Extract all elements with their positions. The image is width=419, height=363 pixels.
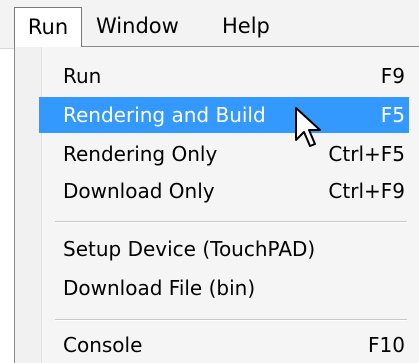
menubar-item-window[interactable]: Window bbox=[96, 8, 179, 44]
run-dropdown-menu: Run F9 Rendering and Build F5 Rendering … bbox=[14, 46, 419, 363]
menu-item-shortcut: Ctrl+F9 bbox=[328, 179, 405, 203]
menu-item-label: Download Only bbox=[63, 179, 215, 203]
menu-icon-gutter bbox=[15, 47, 42, 363]
menu-item-label: Console bbox=[63, 333, 143, 357]
menu-item-label: Setup Device (TouchPAD) bbox=[63, 237, 316, 261]
menu-item-rendering-only[interactable]: Rendering Only Ctrl+F5 bbox=[39, 136, 409, 172]
menu-separator bbox=[55, 221, 407, 223]
menu-item-label: Run bbox=[63, 64, 102, 88]
menu-item-label: Rendering Only bbox=[63, 142, 218, 166]
menu-item-shortcut: F9 bbox=[380, 64, 405, 88]
menu-item-shortcut: F5 bbox=[380, 103, 405, 127]
menu-bar: Run Window Help bbox=[0, 0, 419, 49]
menu-item-console[interactable]: Console F10 bbox=[39, 327, 409, 363]
menu-item-shortcut: F10 bbox=[368, 333, 405, 357]
menu-item-shortcut: Ctrl+F5 bbox=[328, 142, 405, 166]
menu-item-label: Download File (bin) bbox=[63, 276, 256, 300]
menu-item-setup-device[interactable]: Setup Device (TouchPAD) bbox=[39, 231, 409, 267]
menu-separator bbox=[55, 319, 407, 321]
arrow-pointer-icon bbox=[295, 107, 321, 147]
app-window: Run Window Help Run F9 Rendering and Bui… bbox=[0, 0, 419, 363]
menubar-item-help[interactable]: Help bbox=[222, 8, 270, 44]
menu-item-download-only[interactable]: Download Only Ctrl+F9 bbox=[39, 173, 409, 209]
menu-item-label: Rendering and Build bbox=[63, 103, 266, 127]
menubar-item-run[interactable]: Run bbox=[14, 7, 82, 47]
menu-item-run[interactable]: Run F9 bbox=[39, 58, 409, 94]
menu-item-rendering-and-build[interactable]: Rendering and Build F5 bbox=[39, 97, 409, 133]
menu-item-download-file[interactable]: Download File (bin) bbox=[39, 270, 409, 306]
